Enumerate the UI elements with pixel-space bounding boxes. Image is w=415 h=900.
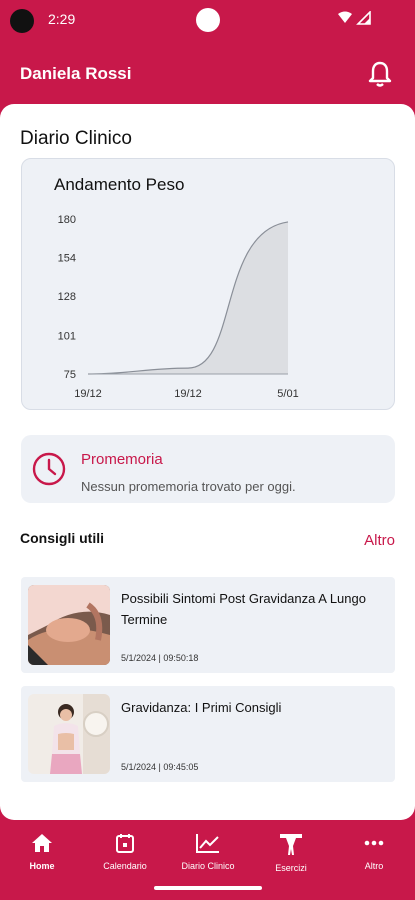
article-card[interactable]: Possibili Sintomi Post Gravidanza A Lung… [21,577,395,673]
clock-icon [32,452,66,486]
nav-item-exercises[interactable]: Esercizi [251,832,331,873]
status-bar: 2:29 [0,0,415,38]
article-image [28,585,110,665]
article-date: 5/1/2024 | 09:45:05 [121,762,199,772]
user-name: Daniela Rossi [20,64,132,83]
calendar-icon [116,834,134,853]
nav-label: Home [29,861,55,871]
nav-label: Esercizi [275,863,307,873]
article-title: Gravidanza: I Primi Consigli [121,700,282,715]
weight-chart-card[interactable]: Andamento Peso 75 101 128 154 180 19/12 19/12… [21,158,395,410]
article-title: Possibili Sintomi Post Gravidanza A Lung… [121,591,366,627]
home-icon [32,834,52,852]
nav-item-more[interactable]: Altro [334,832,414,871]
y-tick-label: 180 [58,214,76,226]
notification-bell-icon[interactable] [367,60,393,88]
more-icon [364,840,384,846]
app-header: Daniela Rossi [0,44,415,104]
home-indicator [154,886,262,890]
bottom-navigation: Home Calendario Diario Clinico Esercizi [0,826,415,900]
weight-chart: 75 101 128 154 180 19/12 19/12 5/01 [58,214,299,400]
wifi-icon [338,10,371,25]
tips-more-link[interactable]: Altro [364,532,395,549]
nav-label: Altro [364,861,384,871]
status-icons [337,10,371,30]
nav-label: Calendario [103,861,147,871]
nav-item-clinical-diary[interactable]: Diario Clinico [168,832,248,871]
x-tick-label: 19/12 [174,388,202,400]
y-tick-label: 128 [58,291,76,303]
chart-icon [196,834,219,853]
weight-area-fill [88,221,288,374]
main-content: Diario Clinico Andamento Peso 75 101 128 15… [0,104,415,820]
status-time: 2:29 [48,11,76,27]
reminder-title: Promemoria [81,451,163,468]
article-date: 5/1/2024 | 09:50:18 [121,653,199,663]
reminder-card[interactable]: Promemoria Nessun promemoria trovato per… [21,435,395,503]
reminder-text: Nessun promemoria trovato per oggi. [81,479,296,494]
nav-item-calendar[interactable]: Calendario [85,832,165,871]
front-camera [196,8,220,32]
article-card[interactable]: Gravidanza: I Primi Consigli 5/1/2024 | … [21,686,395,782]
y-tick-label: 101 [58,331,76,343]
y-tick-label: 75 [64,369,76,381]
nav-item-home[interactable]: Home [2,832,82,871]
x-tick-label: 19/12 [74,388,102,400]
article-image [28,694,110,774]
tips-section-title: Consigli utili [20,530,104,546]
nav-label: Diario Clinico [181,861,235,871]
camera-cutout [10,9,34,33]
y-tick-label: 154 [58,252,76,264]
x-tick-label: 5/01 [277,388,298,400]
fitness-icon [280,834,302,855]
page-title: Diario Clinico [20,128,132,149]
